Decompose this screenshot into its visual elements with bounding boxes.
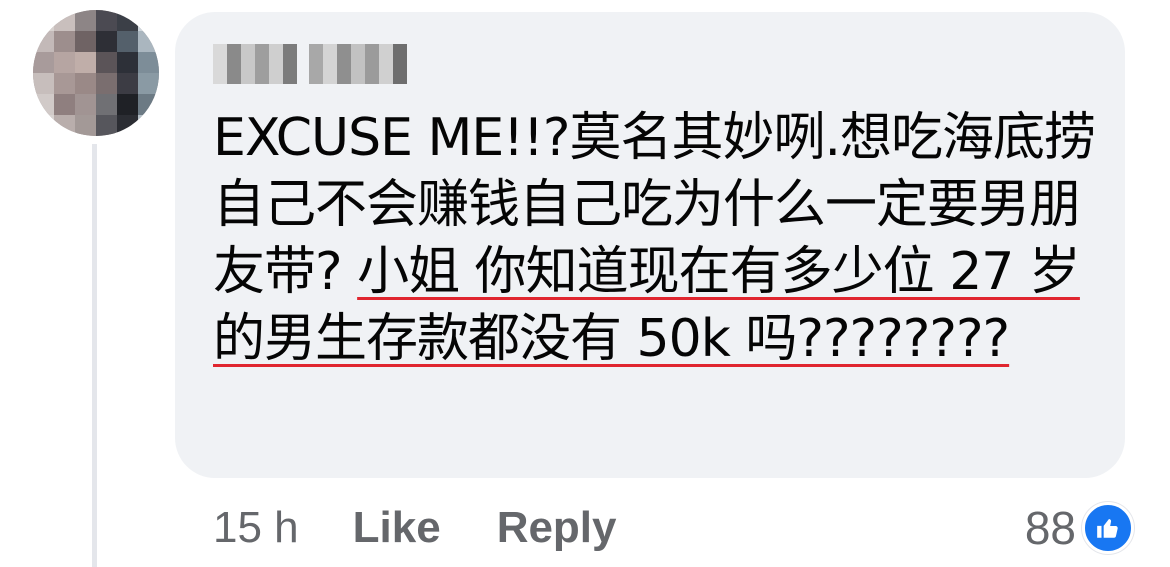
reaction-count: 88 — [1024, 502, 1076, 554]
comment-actions: 15 h Like Reply — [213, 500, 617, 556]
thumbs-up-icon — [1082, 502, 1134, 554]
timestamp[interactable]: 15 h — [213, 503, 299, 553]
reply-button[interactable]: Reply — [497, 503, 617, 553]
thread-line — [92, 144, 97, 567]
like-button[interactable]: Like — [353, 503, 441, 553]
comment-text: EXCUSE ME!!?莫名其妙咧.想吃海底捞自己不会赚钱自己吃为什么一定要男朋… — [213, 105, 1103, 373]
reactions-summary[interactable]: 88 — [1025, 500, 1134, 556]
avatar[interactable] — [33, 10, 159, 136]
author-name-blurred[interactable] — [213, 44, 407, 84]
